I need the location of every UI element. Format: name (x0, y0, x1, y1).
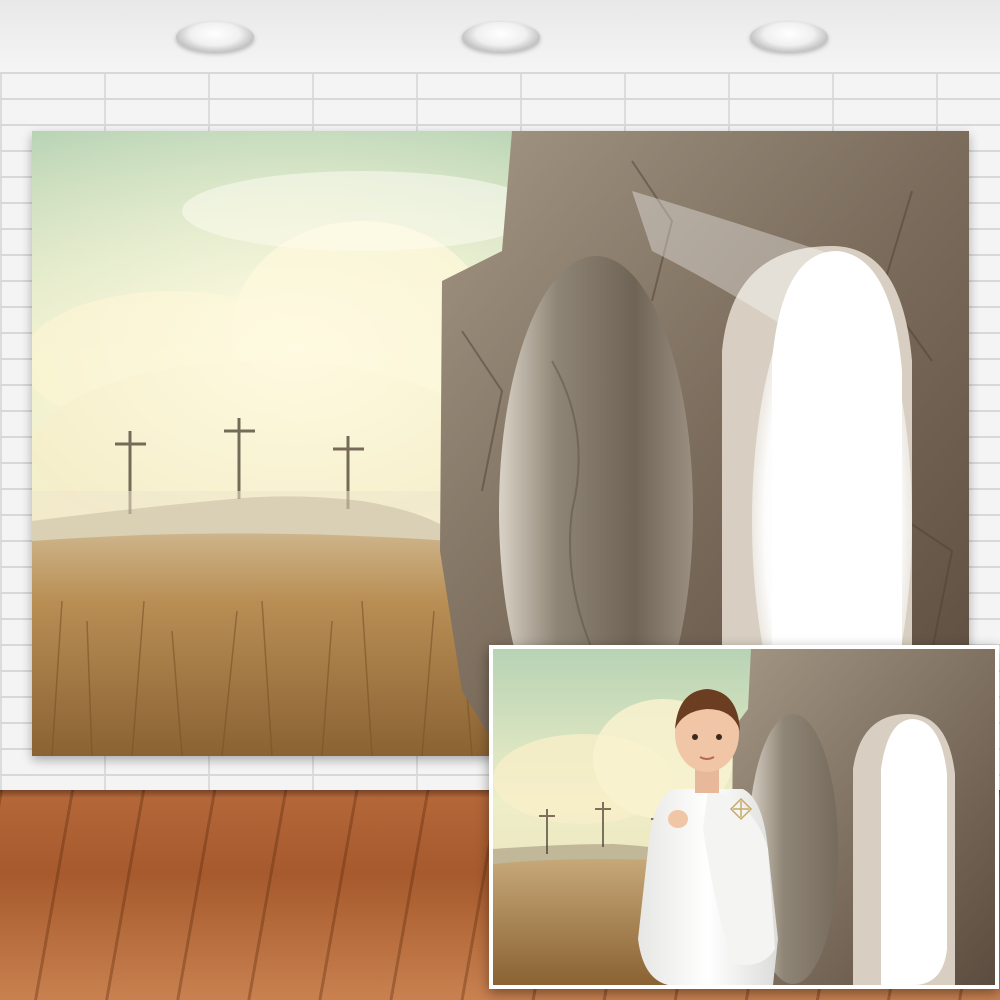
inset-image (493, 649, 995, 985)
ceiling-lamp-icon (462, 22, 540, 52)
inset-sample-photo (489, 645, 999, 989)
product-photo (0, 0, 1000, 1000)
ceiling (0, 0, 1000, 72)
ceiling-lamp-icon (176, 22, 254, 52)
ceiling-lamp-icon (750, 22, 828, 52)
